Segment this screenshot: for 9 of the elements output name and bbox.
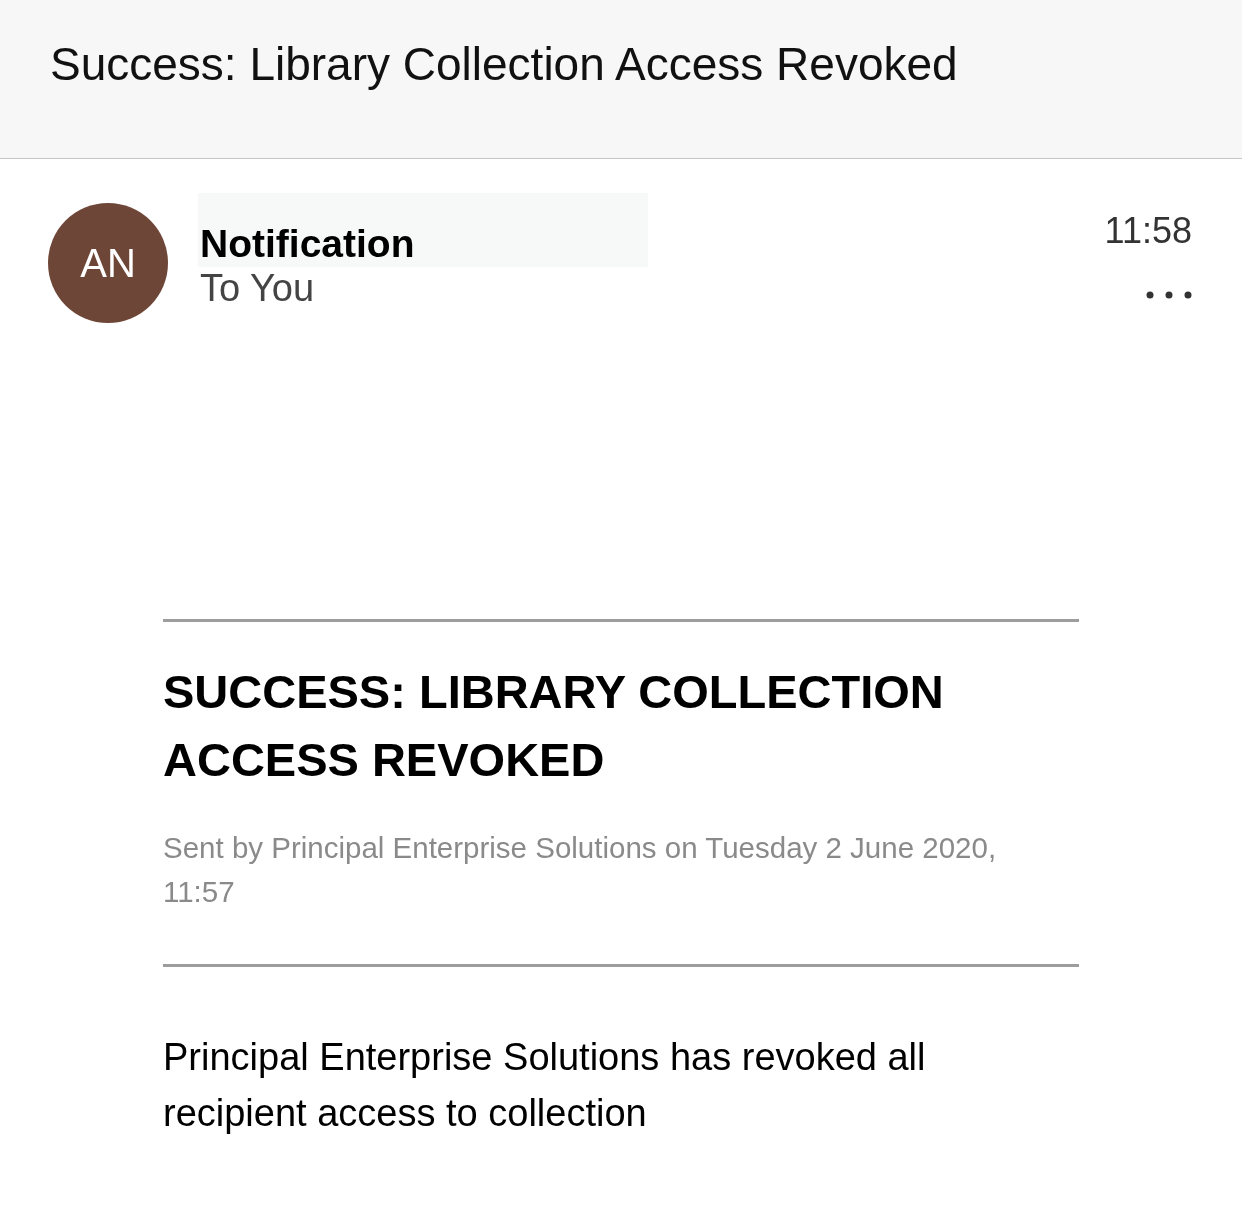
message-time: 11:58 bbox=[1104, 209, 1192, 253]
email-heading: SUCCESS: LIBRARY COLLECTION ACCESS REVOKED bbox=[163, 664, 945, 788]
avatar-initials: AN bbox=[48, 203, 168, 323]
email-subject: Success: Library Collection Access Revoked bbox=[50, 37, 958, 92]
sender-name: Notification bbox=[200, 223, 415, 265]
body-text: Principal Enterprise Solutions has revoked all recipient access to collection bbox=[163, 1035, 927, 1136]
sent-by-text: Sent by Principal Enterprise Solutions on Tuesday 2 June 2020, 11:57 bbox=[163, 830, 998, 910]
recipient-label: To You bbox=[199, 267, 315, 309]
more-options-icon[interactable] bbox=[1146, 291, 1192, 299]
